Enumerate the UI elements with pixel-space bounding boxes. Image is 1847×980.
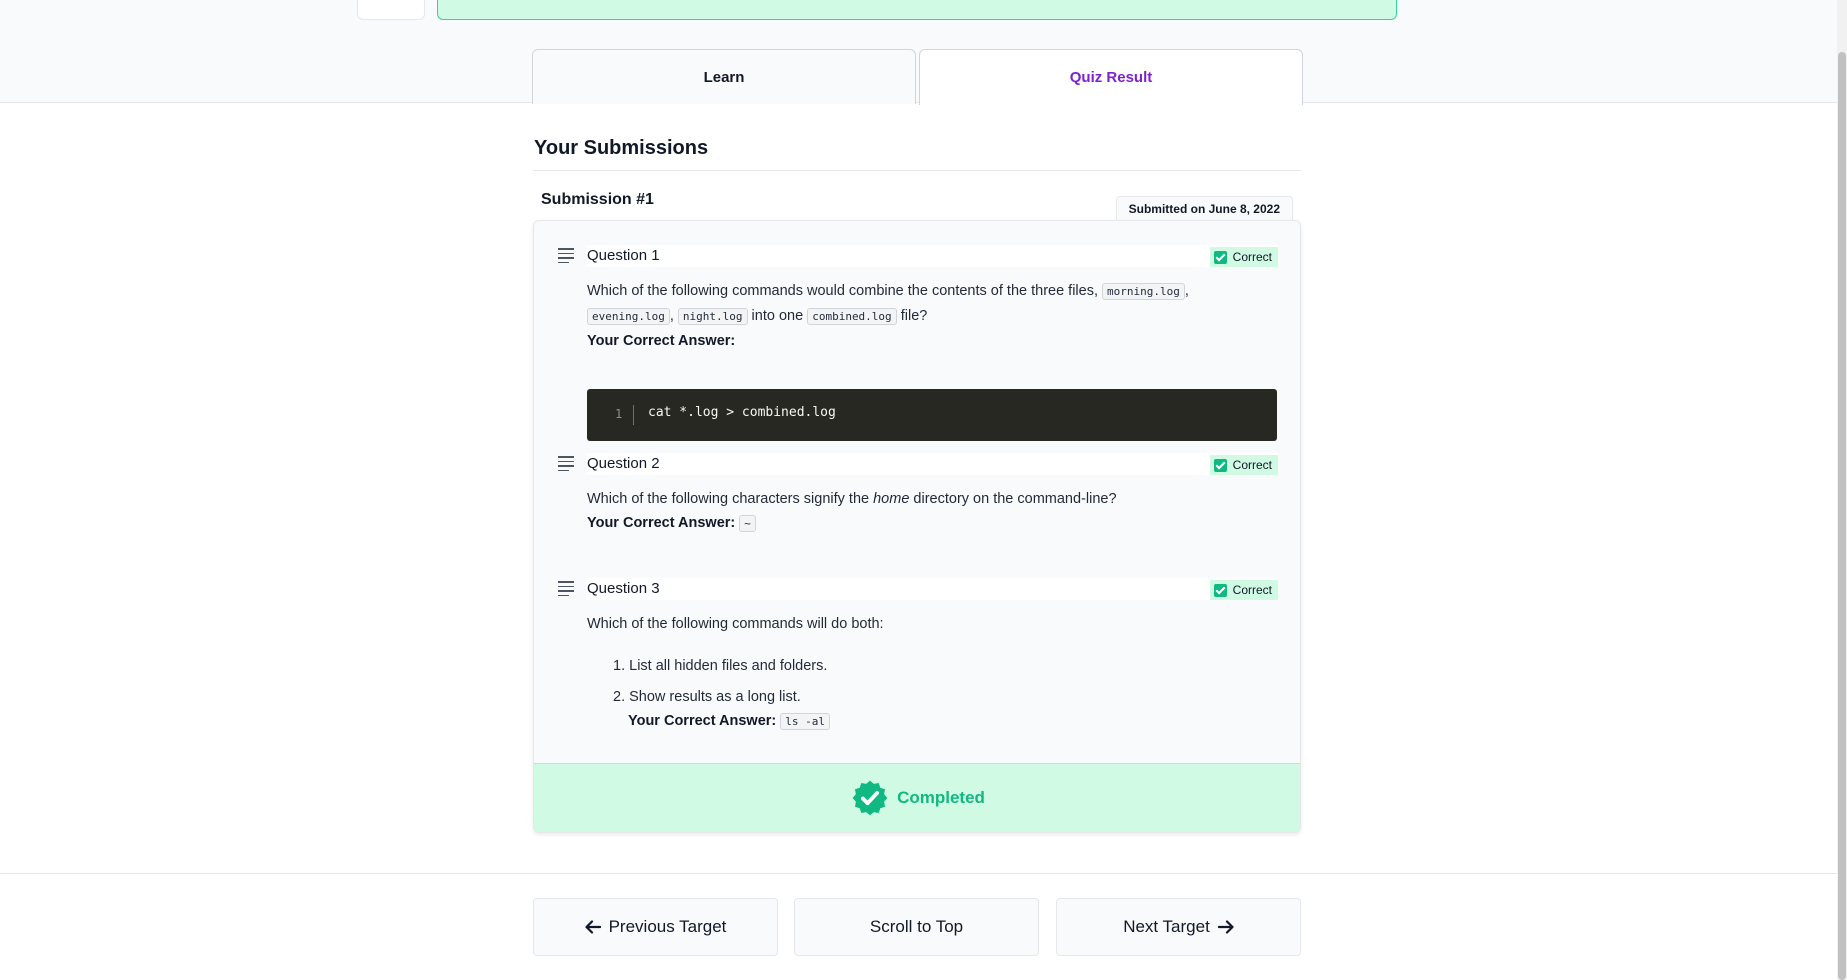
tab-quiz-result[interactable]: Quiz Result	[919, 49, 1303, 105]
completed-banner: Completed	[534, 763, 1300, 832]
inline-code: morning.log	[1102, 283, 1185, 300]
status-badge: Correct	[1209, 247, 1278, 267]
scroll-to-top-label: Scroll to Top	[869, 917, 964, 936]
verified-badge-icon	[852, 780, 888, 816]
status-badge: Correct	[1209, 455, 1278, 475]
question-title: Question 2	[587, 455, 660, 472]
list-lines-icon	[558, 581, 574, 596]
answer-label: Your Correct Answer:	[628, 713, 777, 729]
question-text-emphasis: home	[873, 491, 910, 507]
submission-date-badge: Submitted on June 8, 2022	[1115, 196, 1293, 220]
answer-code: ~	[739, 515, 756, 532]
question-title: Question 1	[587, 247, 660, 264]
status-label: Correct	[1232, 583, 1272, 597]
list-item-text: Show results as a long list.	[629, 689, 801, 705]
checkbox-checked-icon	[1213, 583, 1227, 597]
question-header	[586, 245, 1278, 267]
question-text-part: Which of the following characters signif…	[587, 491, 874, 507]
top-avatar-box[interactable]	[357, 0, 425, 20]
submission-title: Submission #1	[541, 191, 654, 208]
inline-code: combined.log	[807, 308, 897, 325]
previous-target-label: Previous Target	[608, 917, 727, 936]
question-header	[586, 578, 1278, 600]
answer-code: ls -al	[780, 713, 831, 730]
code-gutter-divider	[633, 405, 634, 425]
status-label: Correct	[1232, 458, 1272, 472]
question-text-part: file?	[896, 308, 928, 324]
inline-code: night.log	[677, 308, 748, 325]
question-title: Question 3	[587, 580, 660, 597]
list-lines-icon	[558, 456, 574, 471]
code-line-number: 1	[615, 407, 623, 421]
answer-label: Your Correct Answer:	[587, 515, 736, 531]
list-item-text: List all hidden files and folders.	[629, 658, 828, 674]
question-text-part: Which of the following commands would co…	[587, 283, 1103, 299]
answer-label: Your Correct Answer:	[587, 333, 736, 349]
scroll-to-top-button[interactable]: Scroll to Top	[794, 898, 1039, 956]
question-text-part: into one	[747, 308, 808, 324]
arrow-right-icon	[1217, 920, 1234, 934]
previous-target-button[interactable]: Previous Target	[533, 898, 778, 956]
next-target-label: Next Target	[1123, 917, 1210, 936]
question-list: 1. List all hidden files and folders. 2.…	[613, 654, 831, 734]
question-text: Which of the following commands would co…	[587, 283, 1189, 349]
title-divider	[533, 170, 1301, 171]
next-target-button[interactable]: Next Target	[1056, 898, 1301, 956]
footer-divider	[0, 873, 1837, 874]
status-label: Correct	[1232, 250, 1272, 264]
code-block: 1 cat *.log > combined.log	[587, 389, 1277, 441]
completed-label: Completed	[897, 788, 985, 807]
arrow-left-icon	[584, 920, 601, 934]
answer-row: Your Correct Answer: ls -al	[613, 709, 831, 734]
checkbox-checked-icon	[1213, 458, 1227, 472]
list-lines-icon	[558, 248, 574, 263]
question-text: Which of the following commands will do …	[587, 616, 884, 632]
question-header	[586, 453, 1278, 475]
page-title: Your Submissions	[534, 137, 709, 159]
tab-learn[interactable]: Learn	[532, 49, 916, 104]
checkbox-checked-icon	[1213, 250, 1227, 264]
question-text-part: directory on the command-line?	[909, 491, 1117, 507]
inline-code: evening.log	[587, 308, 670, 325]
question-text: Which of the following characters signif…	[587, 487, 1277, 536]
scrollbar-thumb[interactable]	[1838, 52, 1846, 980]
top-status-banner	[437, 0, 1397, 20]
status-badge: Correct	[1209, 580, 1278, 600]
page-scrollbar[interactable]	[1837, 0, 1847, 980]
list-item: 1. List all hidden files and folders.	[613, 658, 828, 674]
submission-card: Question 1 Correct Which of the followin…	[533, 220, 1301, 833]
top-band: Learn Quiz Result	[0, 0, 1837, 105]
code-text: cat *.log > combined.log	[648, 405, 836, 420]
